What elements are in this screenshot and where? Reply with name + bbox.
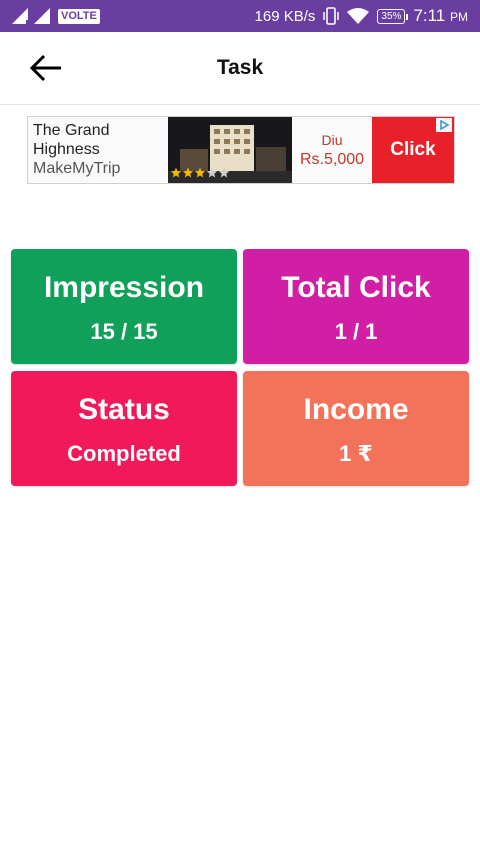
volte-badge: VOLTE [58,8,100,24]
star-icon [206,167,218,178]
impression-card[interactable]: Impression 15 / 15 [11,249,237,364]
ad-text-block: The Grand Highness MakeMyTrip [28,117,168,183]
vibrate-icon [323,7,340,25]
income-value: 1 ₹ [339,441,373,466]
star-icon [182,167,194,178]
clock-ampm: PM [450,10,468,24]
ad-click-button[interactable]: Click [372,117,454,183]
ad-banner[interactable]: The Grand Highness MakeMyTrip Diu Rs.5,0… [27,116,455,184]
clock-time: 7:11 [413,6,446,25]
ad-price: Rs.5,000 [299,151,365,168]
arrow-left-icon [29,54,61,82]
ad-line-1: The Grand [33,122,110,139]
status-card[interactable]: Status Completed [11,371,237,486]
rating-stars [170,167,230,178]
status-value: Completed [67,441,181,466]
page-title: Task [216,56,264,79]
adchoices-icon[interactable] [436,118,452,132]
ad-price-block: Diu Rs.5,000 [292,117,372,183]
status-label: Status [78,393,170,426]
star-icon [218,167,230,178]
signal-icon-2 [34,8,50,24]
signal-icon [12,8,29,24]
total-click-card[interactable]: Total Click 1 / 1 [243,249,469,364]
ad-line-2: Highness [33,141,100,158]
ad-brand: MakeMyTrip [33,160,121,177]
status-bar: VOLTE 169 KB/s 35% 7:11 PM [0,0,480,32]
impression-value: 15 / 15 [90,319,158,344]
battery-indicator: 35% [377,8,409,24]
network-speed: 169 KB/s [254,7,316,25]
ad-hotel-image [168,117,292,183]
total-click-label: Total Click [281,271,431,304]
income-label: Income [303,393,409,426]
income-card[interactable]: Income 1 ₹ [243,371,469,486]
wifi-icon [347,8,370,24]
impression-label: Impression [43,271,205,304]
app-bar: Task [0,32,480,105]
total-click-value: 1 / 1 [334,319,378,344]
ad-location: Diu [321,132,343,148]
star-icon [194,167,206,178]
clock: 7:11 PM [413,6,468,26]
ad-click-label: Click [390,139,436,160]
star-icon [170,167,182,178]
back-button[interactable] [26,52,66,84]
